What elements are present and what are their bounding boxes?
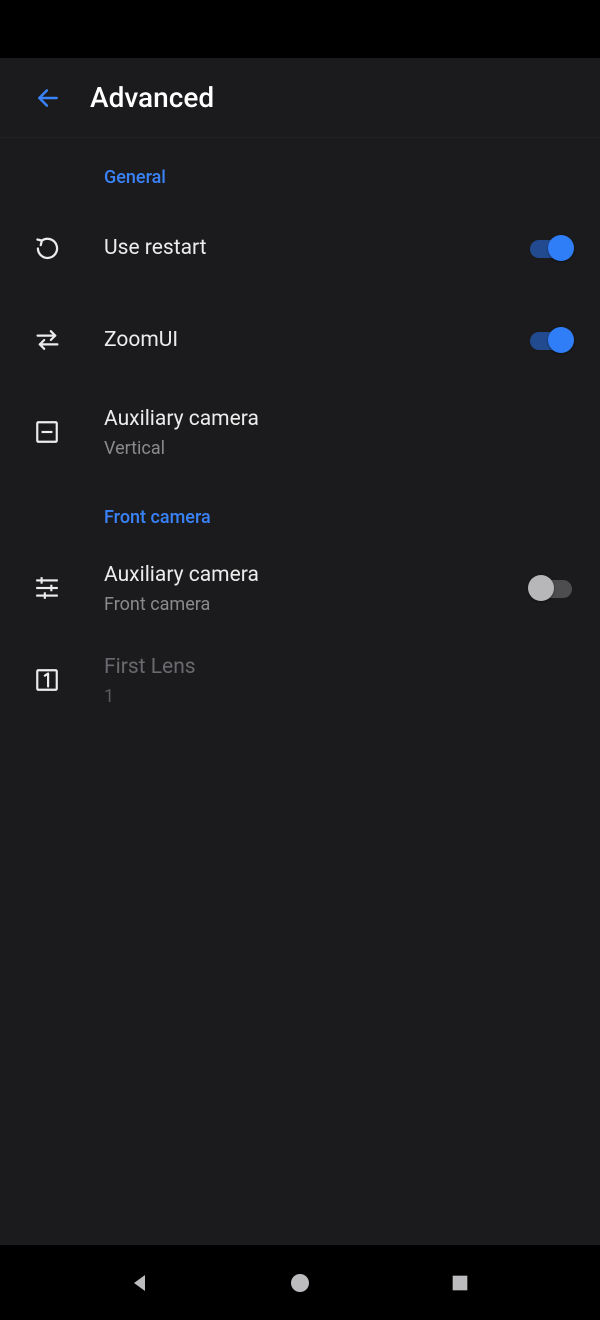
toggle-use-restart[interactable] <box>528 234 574 262</box>
toggle-zoom-ui[interactable] <box>528 326 574 354</box>
nav-back-button[interactable] <box>110 1258 170 1308</box>
circle-home-icon <box>288 1271 312 1295</box>
setting-subtitle: Front camera <box>104 594 528 615</box>
toggle-front-aux-camera[interactable] <box>528 574 574 602</box>
nav-recents-button[interactable] <box>430 1258 490 1308</box>
status-bar <box>0 0 600 58</box>
square-recents-icon <box>449 1272 471 1294</box>
navigation-bar <box>0 1245 600 1320</box>
nav-home-button[interactable] <box>270 1258 330 1308</box>
setting-use-restart[interactable]: Use restart <box>0 202 600 294</box>
setting-title: ZoomUI <box>104 326 528 354</box>
back-button[interactable] <box>28 78 68 118</box>
setting-subtitle: 1 <box>104 686 574 707</box>
setting-subtitle: Vertical <box>104 438 574 459</box>
arrow-left-icon <box>35 85 61 111</box>
setting-first-lens: First Lens 1 <box>0 634 600 726</box>
setting-aux-camera[interactable]: Auxiliary camera Vertical <box>0 386 600 478</box>
setting-title: First Lens <box>104 653 574 681</box>
triangle-back-icon <box>128 1271 152 1295</box>
sliders-icon <box>34 575 60 601</box>
swap-icon <box>34 329 61 351</box>
section-header-general: General <box>0 138 600 202</box>
square-minus-icon <box>34 419 60 445</box>
number-one-icon <box>34 667 60 693</box>
setting-title: Auxiliary camera <box>104 561 528 589</box>
setting-title: Auxiliary camera <box>104 405 574 433</box>
settings-page: Advanced General Use restart Zo <box>0 58 600 1245</box>
app-bar: Advanced <box>0 58 600 138</box>
section-header-front-camera: Front camera <box>0 478 600 542</box>
setting-title: Use restart <box>104 234 528 262</box>
setting-front-aux-camera[interactable]: Auxiliary camera Front camera <box>0 542 600 634</box>
page-title: Advanced <box>90 81 214 114</box>
setting-zoom-ui[interactable]: ZoomUI <box>0 294 600 386</box>
restart-icon <box>34 235 61 262</box>
